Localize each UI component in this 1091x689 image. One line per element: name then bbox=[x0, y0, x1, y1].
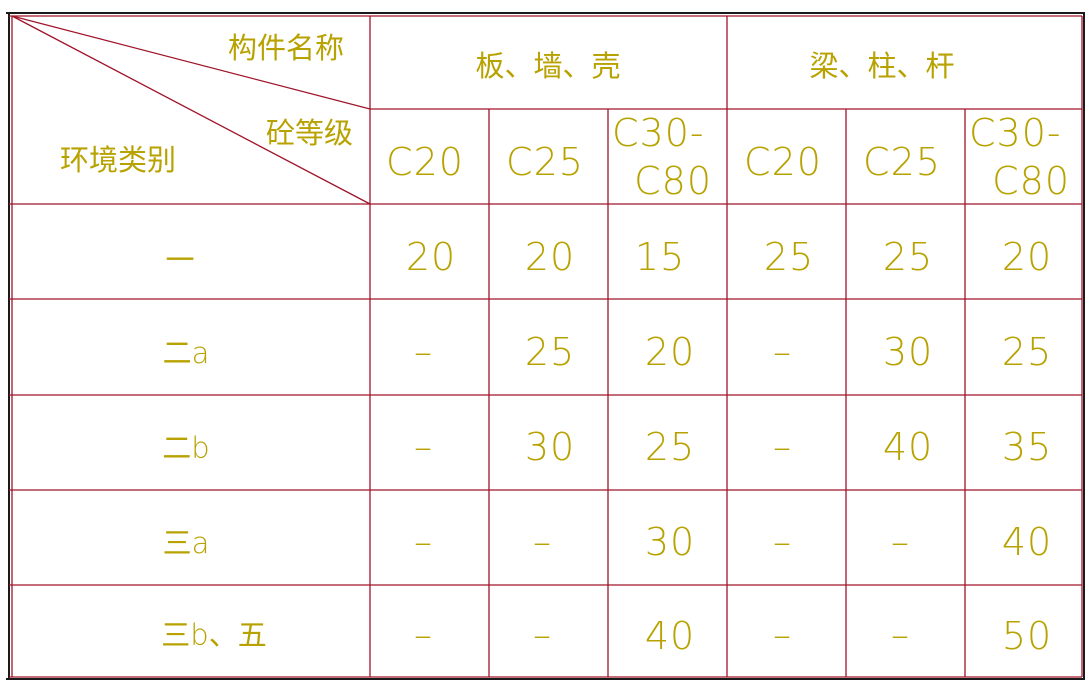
cover-value: – bbox=[891, 522, 909, 563]
cover-value: 40 bbox=[1002, 520, 1052, 564]
environment-category-label: 环境类别 bbox=[60, 143, 176, 177]
grade-header: C80 bbox=[634, 159, 712, 203]
grade-header: C20 bbox=[744, 140, 822, 184]
cover-value: 40 bbox=[645, 614, 695, 658]
group-header-slab-wall-shell: 板、墙、壳 bbox=[475, 49, 620, 83]
cover-value: 35 bbox=[1002, 425, 1052, 469]
table-row: 三b、五 – – 40 – – 50 bbox=[161, 614, 1052, 658]
cover-value: 25 bbox=[645, 425, 695, 469]
cover-value: 20 bbox=[525, 235, 575, 279]
cover-table: 构件名称 砼等级 环境类别 板、墙、壳 梁、柱、杆 C20 C25 C30- C… bbox=[6, 12, 1085, 680]
cover-value: 25 bbox=[883, 235, 933, 279]
grade-header: C80 bbox=[992, 159, 1070, 203]
component-name-label: 构件名称 bbox=[228, 31, 344, 65]
cover-value: – bbox=[773, 427, 791, 468]
cover-value: – bbox=[891, 615, 909, 656]
cover-value: 25 bbox=[525, 330, 575, 374]
cover-value: 20 bbox=[406, 235, 456, 279]
environment-category: 二b bbox=[162, 431, 209, 465]
cover-value: 20 bbox=[645, 330, 695, 374]
cover-value: 15 bbox=[635, 235, 685, 279]
cover-value: 25 bbox=[1002, 330, 1052, 374]
cover-value: – bbox=[414, 522, 432, 563]
concrete-grade-label: 砼等级 bbox=[266, 116, 353, 150]
cover-value: 30 bbox=[883, 330, 933, 374]
cover-value: – bbox=[533, 522, 551, 563]
environment-category: 三b、五 bbox=[161, 618, 266, 652]
table-row: 一 20 20 15 25 25 20 bbox=[165, 235, 1052, 279]
cover-value: 40 bbox=[883, 425, 933, 469]
cover-value: 50 bbox=[1002, 614, 1052, 658]
environment-category: 二a bbox=[163, 336, 210, 370]
cover-value: – bbox=[773, 332, 791, 373]
environment-category: 三a bbox=[163, 526, 210, 560]
cover-value: – bbox=[773, 615, 791, 656]
grade-header: C30- bbox=[969, 111, 1062, 155]
cover-value: 25 bbox=[764, 235, 814, 279]
grade-header: C20 bbox=[386, 140, 464, 184]
cover-value: 20 bbox=[1002, 235, 1052, 279]
environment-category: 一 bbox=[165, 243, 194, 277]
cover-value: – bbox=[533, 615, 551, 656]
cover-value: – bbox=[414, 615, 432, 656]
grade-header: C25 bbox=[863, 140, 941, 184]
cover-value: 30 bbox=[525, 425, 575, 469]
table-row: 二b – 30 25 – 40 35 bbox=[162, 425, 1052, 469]
cover-value: – bbox=[773, 522, 791, 563]
cover-value: 30 bbox=[645, 520, 695, 564]
cover-value: – bbox=[414, 332, 432, 373]
group-header-beam-column-bar: 梁、柱、杆 bbox=[809, 49, 954, 83]
cover-value: – bbox=[414, 427, 432, 468]
grade-header: C30- bbox=[612, 111, 705, 155]
grade-header: C25 bbox=[506, 140, 584, 184]
